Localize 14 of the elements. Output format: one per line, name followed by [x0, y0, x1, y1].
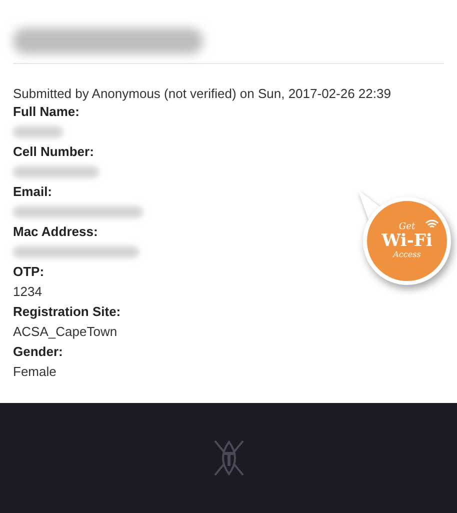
shield-logo-icon: [212, 438, 246, 478]
field-label: Full Name:: [13, 103, 80, 121]
field-value: ACSA_CapeTown: [13, 323, 118, 341]
field-label: OTP:: [13, 263, 44, 281]
field-label: Email:: [13, 183, 52, 201]
submission-info: Submitted by Anonymous (not verified) on Sun, 2017-02-26 22:39: [13, 86, 392, 102]
wifi-icon: [425, 219, 439, 229]
field-label: Cell Number:: [13, 143, 94, 161]
blurred-value: [13, 126, 63, 138]
field-value: 1234: [13, 283, 42, 301]
field-label: Mac Address:: [13, 223, 98, 241]
field-label: Registration Site:: [13, 303, 121, 321]
field-value: Female: [13, 363, 56, 381]
field-label: Gender:: [13, 343, 63, 361]
